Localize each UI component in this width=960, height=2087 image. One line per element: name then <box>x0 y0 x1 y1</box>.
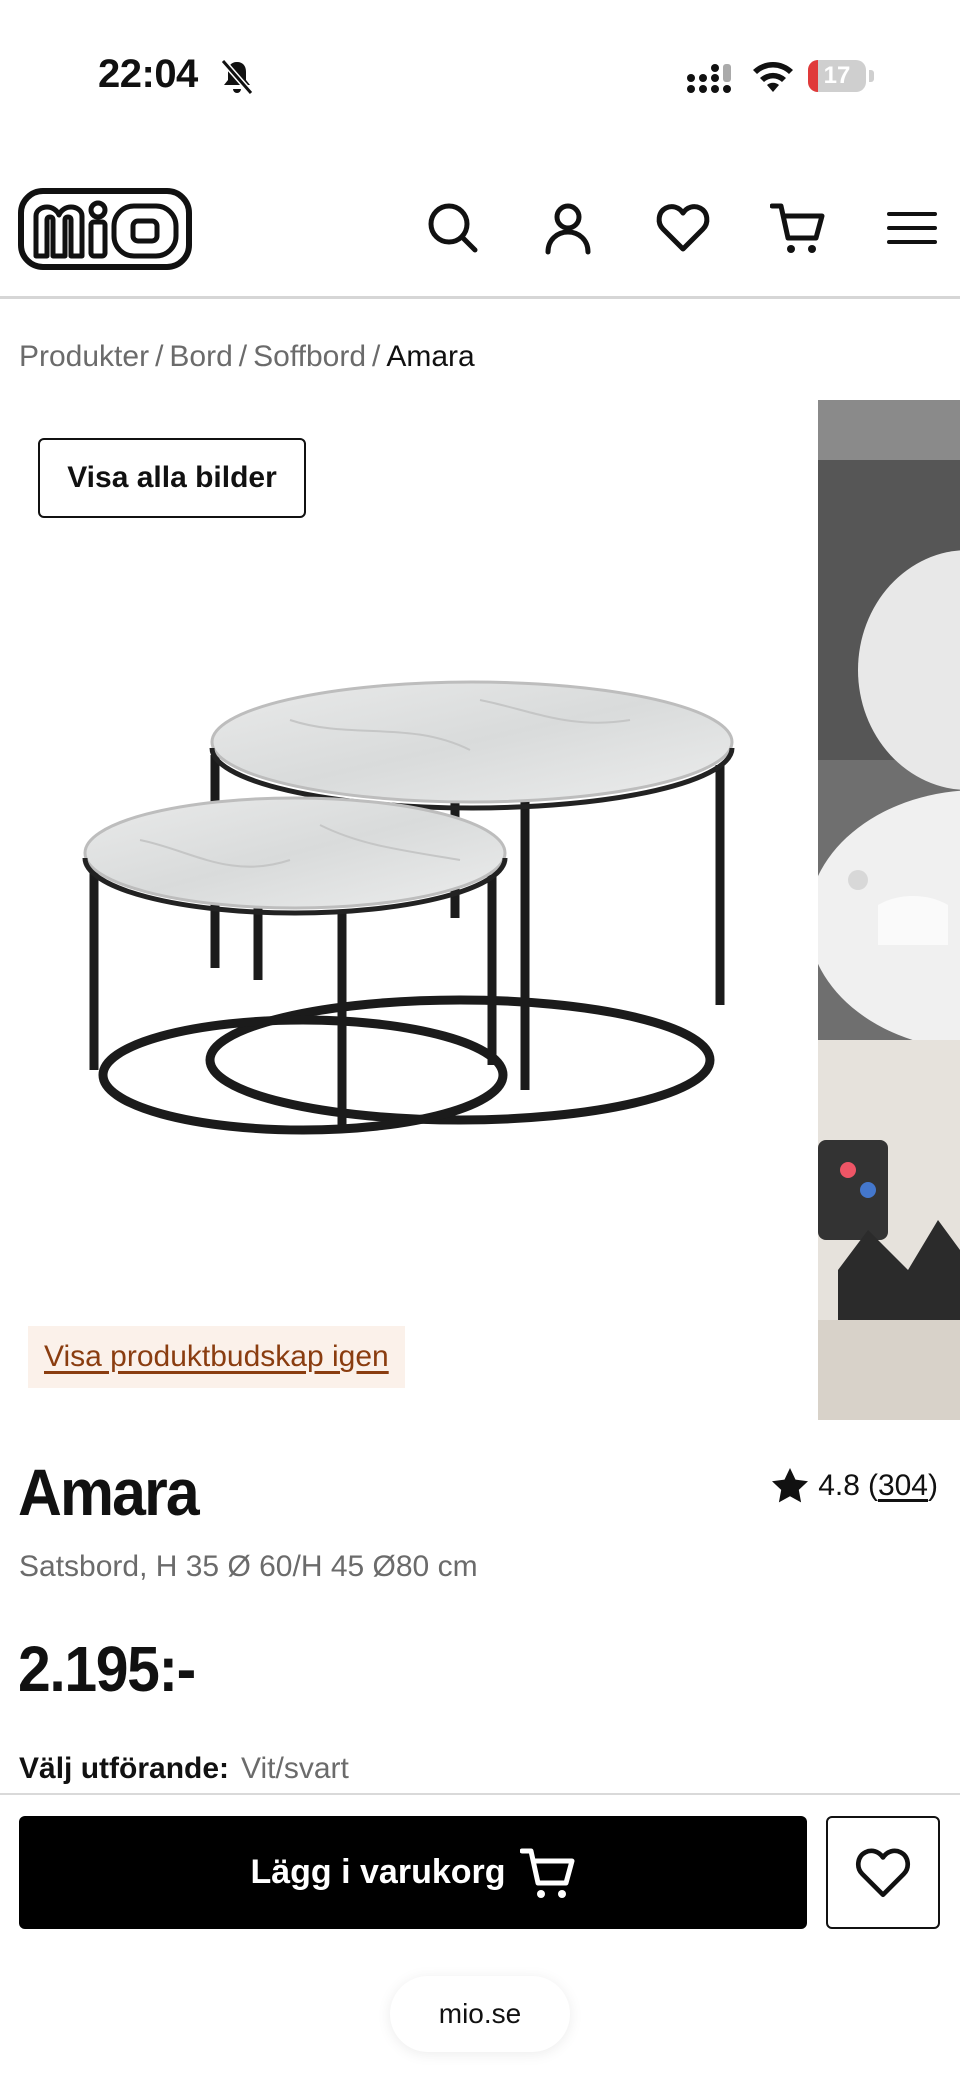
status-time: 22:04 <box>98 52 198 96</box>
add-to-cart-label: Lägg i varukorg <box>250 1853 506 1891</box>
sticky-bar-divider <box>0 1793 960 1795</box>
breadcrumb-separator: / <box>155 340 164 373</box>
star-icon <box>772 1468 809 1503</box>
breadcrumb-separator: / <box>238 340 248 373</box>
breadcrumb-link-bord[interactable]: Bord <box>169 340 232 373</box>
product-rating[interactable]: 4.8 (304) <box>770 1466 938 1506</box>
product-lifestyle-image[interactable] <box>818 400 960 1420</box>
bell-muted-icon <box>220 59 254 95</box>
cart-icon <box>519 1848 575 1898</box>
product-image-nesting-tables[interactable] <box>60 660 760 1160</box>
cart-icon[interactable] <box>770 200 826 256</box>
show-product-message-link[interactable]: Visa produktbudskap igen <box>28 1326 405 1388</box>
show-all-images-button[interactable]: Visa alla bilder <box>38 438 306 518</box>
variant-selector[interactable]: Välj utförande: Vit/svart <box>19 1752 349 1786</box>
breadcrumb-separator: / <box>372 340 381 373</box>
menu-icon[interactable] <box>884 200 940 256</box>
breadcrumb-current: Amara <box>386 340 475 373</box>
product-subtitle: Satsbord, H 35 Ø 60/H 45 Ø80 cm <box>19 1550 478 1583</box>
breadcrumb-link-soffbord[interactable]: Soffbord <box>253 340 366 373</box>
wifi-icon <box>753 62 793 92</box>
breadcrumb-link-produkter[interactable]: Produkter <box>19 340 149 373</box>
add-to-wishlist-button[interactable] <box>826 1816 940 1929</box>
account-icon[interactable] <box>540 200 596 256</box>
variant-value: Vit/svart <box>241 1752 349 1785</box>
cellular-signal-icon <box>687 64 731 93</box>
product-title: Amara <box>18 1455 200 1529</box>
review-count-link[interactable]: 304 <box>878 1469 928 1502</box>
browser-url-pill[interactable]: mio.se <box>390 1976 570 2052</box>
rating-paren: (304) <box>867 1469 938 1502</box>
rating-value: 4.8 <box>818 1469 860 1502</box>
product-price: 2.195:- <box>18 1633 196 1705</box>
battery-level: 17 <box>823 62 851 89</box>
breadcrumb: Produkter / Bord / Soffbord / Amara <box>19 340 475 374</box>
search-icon[interactable] <box>425 200 481 256</box>
heart-icon <box>856 1848 910 1897</box>
header-divider <box>0 296 960 299</box>
variant-label: Välj utförande: <box>19 1752 230 1785</box>
heart-icon[interactable] <box>655 200 711 256</box>
mio-logo[interactable] <box>18 188 192 270</box>
battery-indicator: 17 <box>808 60 874 94</box>
add-to-cart-button[interactable]: Lägg i varukorg <box>19 1816 807 1929</box>
